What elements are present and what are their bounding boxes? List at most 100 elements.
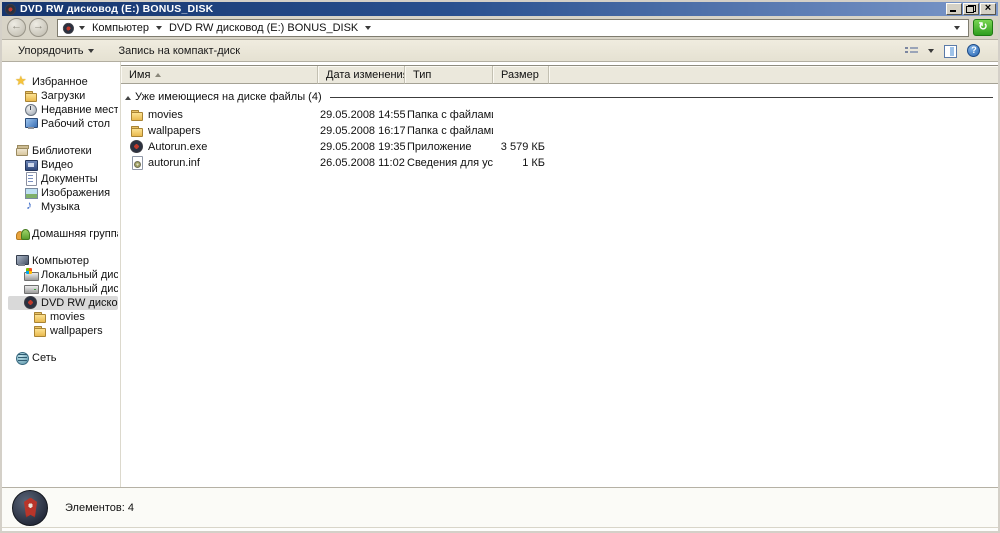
recent-icon — [24, 103, 39, 117]
address-history-dropdown-icon[interactable] — [954, 25, 960, 30]
sidebar-item-label: wallpapers — [50, 325, 103, 337]
sidebar-item-локальный-диск-d-[interactable]: Локальный диск (D:) — [8, 282, 118, 296]
group-header[interactable]: Уже имеющиеся на диске файлы (4) — [125, 90, 993, 104]
preview-pane-icon[interactable] — [943, 44, 958, 58]
sidebar-item-label: Избранное — [32, 76, 88, 88]
sidebar-item-домашняя-группа[interactable]: Домашняя группа — [8, 227, 118, 241]
column-header[interactable]: Тип — [405, 66, 493, 84]
organize-button[interactable]: Упорядочить — [14, 43, 98, 59]
sidebar-item-видео[interactable]: Видео — [8, 158, 118, 172]
file-name-cell: wallpapers — [121, 124, 318, 138]
sidebar-item-недавние-места[interactable]: Недавние места — [8, 103, 118, 117]
exe-icon — [130, 140, 145, 154]
sidebar-item-загрузки[interactable]: Загрузки — [8, 89, 118, 103]
burn-button[interactable]: Запись на компакт-диск — [114, 43, 244, 59]
views-dropdown-icon[interactable] — [928, 48, 934, 53]
column-header-filler — [549, 66, 998, 84]
folder-icon — [130, 108, 145, 122]
inf-icon — [130, 156, 145, 170]
file-row[interactable]: wallpapers 29.05.2008 16:17 Папка с файлам… — [121, 123, 998, 139]
sidebar-item-movies[interactable]: movies — [8, 310, 118, 324]
sidebar-item-музыка[interactable]: Музыка — [8, 200, 118, 214]
window-bottom-edge — [2, 527, 998, 531]
sidebar-item-документы[interactable]: Документы — [8, 172, 118, 186]
breadcrumb: Компьютер DVD RW дисковод (E:) BONUS_DISK — [74, 21, 376, 35]
sidebar-item-рабочий-стол[interactable]: Рабочий стол — [8, 117, 118, 131]
sidebar-item-label: Рабочий стол — [41, 118, 111, 130]
sidebar-item-label: Локальный диск (D:) — [41, 283, 118, 295]
column-header[interactable]: Размер — [493, 66, 549, 84]
computer-icon — [15, 254, 30, 268]
column-header[interactable]: Дата изменения — [318, 66, 405, 84]
sidebar-item-сеть[interactable]: Сеть — [8, 351, 118, 365]
views-icon[interactable] — [904, 44, 919, 58]
autorun-logo-icon — [12, 489, 48, 526]
video-icon — [24, 158, 39, 172]
file-name-cell: Autorun.exe — [121, 140, 318, 154]
file-row[interactable]: movies 29.05.2008 14:55 Папка с файлами — [121, 107, 998, 123]
sidebar-item-label: DVD RW дисковод (E — [41, 297, 118, 309]
breadcrumb-separator-icon[interactable] — [155, 25, 162, 30]
folder-icon — [24, 89, 39, 103]
toolbar-right — [904, 43, 982, 58]
status-bar: Элементов: 4 — [2, 487, 998, 527]
sidebar-item-избранное[interactable]: Избранное — [8, 75, 118, 89]
sidebar-item-label: Домашняя группа — [32, 228, 118, 240]
sidebar-item-label: Недавние места — [41, 104, 118, 116]
file-name: movies — [148, 109, 183, 121]
sidebar-item-dvd-rw-дисковод-e[interactable]: DVD RW дисковод (E — [8, 296, 118, 310]
file-date: 26.05.2008 11:02 — [320, 157, 405, 169]
restore-icon[interactable] — [963, 3, 979, 15]
file-size: 1 КБ — [522, 157, 545, 169]
folder-icon — [33, 310, 48, 324]
document-icon — [24, 172, 39, 186]
file-type: Сведения для уст… — [407, 157, 493, 169]
breadcrumb-item[interactable]: Компьютер — [90, 21, 151, 35]
title-bar[interactable]: DVD RW дисковод (E:) BONUS_DISK — [2, 2, 998, 16]
help-icon[interactable] — [967, 43, 982, 58]
sidebar-item-компьютер[interactable]: Компьютер — [8, 254, 118, 268]
breadcrumb-separator-icon[interactable] — [365, 25, 372, 30]
file-name: autorun.inf — [148, 157, 200, 169]
file-row[interactable]: autorun.inf 26.05.2008 11:02 Сведения для … — [121, 155, 998, 171]
group-collapse-icon[interactable] — [125, 95, 131, 100]
file-name: wallpapers — [148, 125, 201, 137]
folder-icon — [130, 124, 145, 138]
sidebar-item-label: Локальный диск (C:) — [41, 269, 118, 281]
breadcrumb-separator-icon[interactable] — [79, 25, 85, 30]
column-header[interactable]: Имя — [121, 66, 318, 84]
file-row[interactable]: Autorun.exe 29.05.2008 19:35 Приложение 3 5… — [121, 139, 998, 155]
refresh-button[interactable] — [973, 19, 993, 36]
sidebar-item-label: Библиотеки — [32, 145, 92, 157]
close-icon[interactable] — [980, 2, 996, 15]
sidebar-item-локальный-диск-c-[interactable]: Локальный диск (C:) — [8, 268, 118, 282]
sidebar-item-label: Видео — [41, 159, 74, 171]
minimize-icon[interactable] — [946, 3, 962, 15]
back-button[interactable] — [7, 18, 26, 37]
sidebar-item-label: movies — [50, 311, 85, 323]
sidebar-item-изображения[interactable]: Изображения — [8, 186, 118, 200]
file-rows: movies 29.05.2008 14:55 Папка с файлами wal… — [121, 107, 998, 171]
desktop-icon — [24, 117, 39, 131]
column-header-label: Размер — [501, 68, 539, 81]
sidebar-item-wallpapers[interactable]: wallpapers — [8, 324, 118, 338]
homegroup-icon — [15, 227, 30, 241]
group-label: Уже имеющиеся на диске файлы (4) — [135, 91, 322, 103]
address-bar[interactable]: Компьютер DVD RW дисковод (E:) BONUS_DISK — [57, 18, 969, 37]
disk-win-icon — [24, 268, 39, 282]
window-title: DVD RW дисковод (E:) BONUS_DISK — [20, 3, 214, 15]
sidebar-item-label: Сеть — [32, 352, 57, 364]
main-content: Избранное Загрузки Недавние места Рабочий с… — [2, 62, 998, 487]
sidebar-item-label: Изображения — [41, 187, 111, 199]
breadcrumb-item[interactable]: DVD RW дисковод (E:) BONUS_DISK — [167, 21, 360, 35]
library-icon — [15, 144, 30, 158]
forward-button[interactable] — [29, 18, 48, 37]
column-header-label: Имя — [129, 68, 151, 81]
sort-ascending-icon — [155, 72, 162, 77]
group-divider — [329, 96, 993, 98]
navigation-pane: Избранное Загрузки Недавние места Рабочий с… — [2, 62, 121, 487]
sidebar-item-библиотеки[interactable]: Библиотеки — [8, 144, 118, 158]
